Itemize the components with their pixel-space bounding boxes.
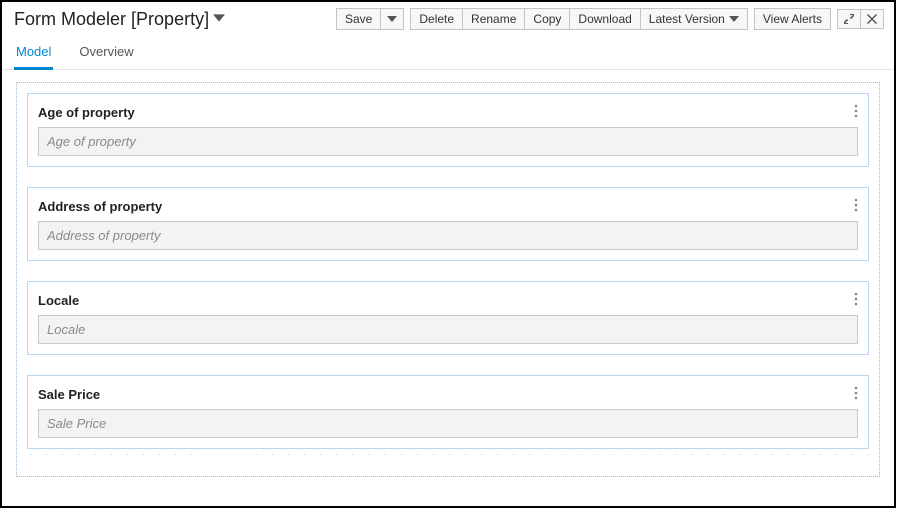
field-input-age[interactable] (38, 127, 858, 156)
field-label: Locale (38, 293, 79, 308)
top-bar: Form Modeler [Property] Save Delete Rena… (2, 2, 894, 30)
chevron-down-icon (213, 12, 225, 27)
field-input-locale[interactable] (38, 315, 858, 344)
tab-model[interactable]: Model (14, 36, 53, 69)
kebab-icon (854, 386, 858, 400)
download-button[interactable]: Download (570, 8, 640, 30)
field-input-address[interactable] (38, 221, 858, 250)
kebab-icon (854, 292, 858, 306)
field-label: Age of property (38, 105, 135, 120)
field-head: Sale Price (38, 386, 858, 403)
title-prefix: Form Modeler (14, 9, 126, 29)
field-card-locale[interactable]: Locale (27, 281, 869, 355)
title-object: [Property] (131, 9, 209, 29)
save-dropdown-button[interactable] (381, 8, 404, 30)
field-menu-button[interactable] (854, 292, 858, 309)
page-title: Form Modeler [Property] (14, 9, 209, 30)
field-head: Locale (38, 292, 858, 309)
chevron-down-icon (387, 14, 397, 24)
field-card-saleprice[interactable]: Sale Price (27, 375, 869, 449)
title-dropdown[interactable]: Form Modeler [Property] (14, 9, 225, 30)
delete-button[interactable]: Delete (410, 8, 463, 30)
toolbar: Save Delete Rename Copy Download Latest … (336, 8, 884, 30)
field-head: Address of property (38, 198, 858, 215)
save-button[interactable]: Save (336, 8, 381, 30)
expand-button[interactable] (837, 9, 861, 29)
field-menu-button[interactable] (854, 104, 858, 121)
tab-bar: Model Overview (2, 36, 894, 70)
rename-button[interactable]: Rename (463, 8, 525, 30)
kebab-icon (854, 198, 858, 212)
copy-button[interactable]: Copy (525, 8, 570, 30)
expand-icon (844, 14, 854, 24)
chevron-down-icon (729, 14, 739, 24)
form-drop-zone[interactable]: Age of property Address of property Locale… (16, 82, 880, 477)
field-menu-button[interactable] (854, 198, 858, 215)
tab-overview[interactable]: Overview (77, 36, 135, 69)
version-label: Latest Version (649, 13, 725, 25)
field-head: Age of property (38, 104, 858, 121)
field-label: Address of property (38, 199, 162, 214)
field-card-address[interactable]: Address of property (27, 187, 869, 261)
field-card-age[interactable]: Age of property (27, 93, 869, 167)
save-group: Save (336, 8, 404, 30)
window-controls (837, 9, 884, 29)
close-icon (867, 14, 877, 24)
close-button[interactable] (861, 9, 884, 29)
form-canvas: Age of property Address of property Locale… (2, 70, 894, 496)
drop-placeholder-row: · · · · · · · · · · · · · · · · · · · · … (27, 449, 869, 460)
file-actions-group: Delete Rename Copy Download Latest Versi… (410, 8, 748, 30)
field-menu-button[interactable] (854, 386, 858, 403)
field-label: Sale Price (38, 387, 100, 402)
version-dropdown[interactable]: Latest Version (641, 8, 748, 30)
view-alerts-button[interactable]: View Alerts (754, 8, 831, 30)
field-input-saleprice[interactable] (38, 409, 858, 438)
kebab-icon (854, 104, 858, 118)
app-frame: Form Modeler [Property] Save Delete Rena… (0, 0, 896, 508)
